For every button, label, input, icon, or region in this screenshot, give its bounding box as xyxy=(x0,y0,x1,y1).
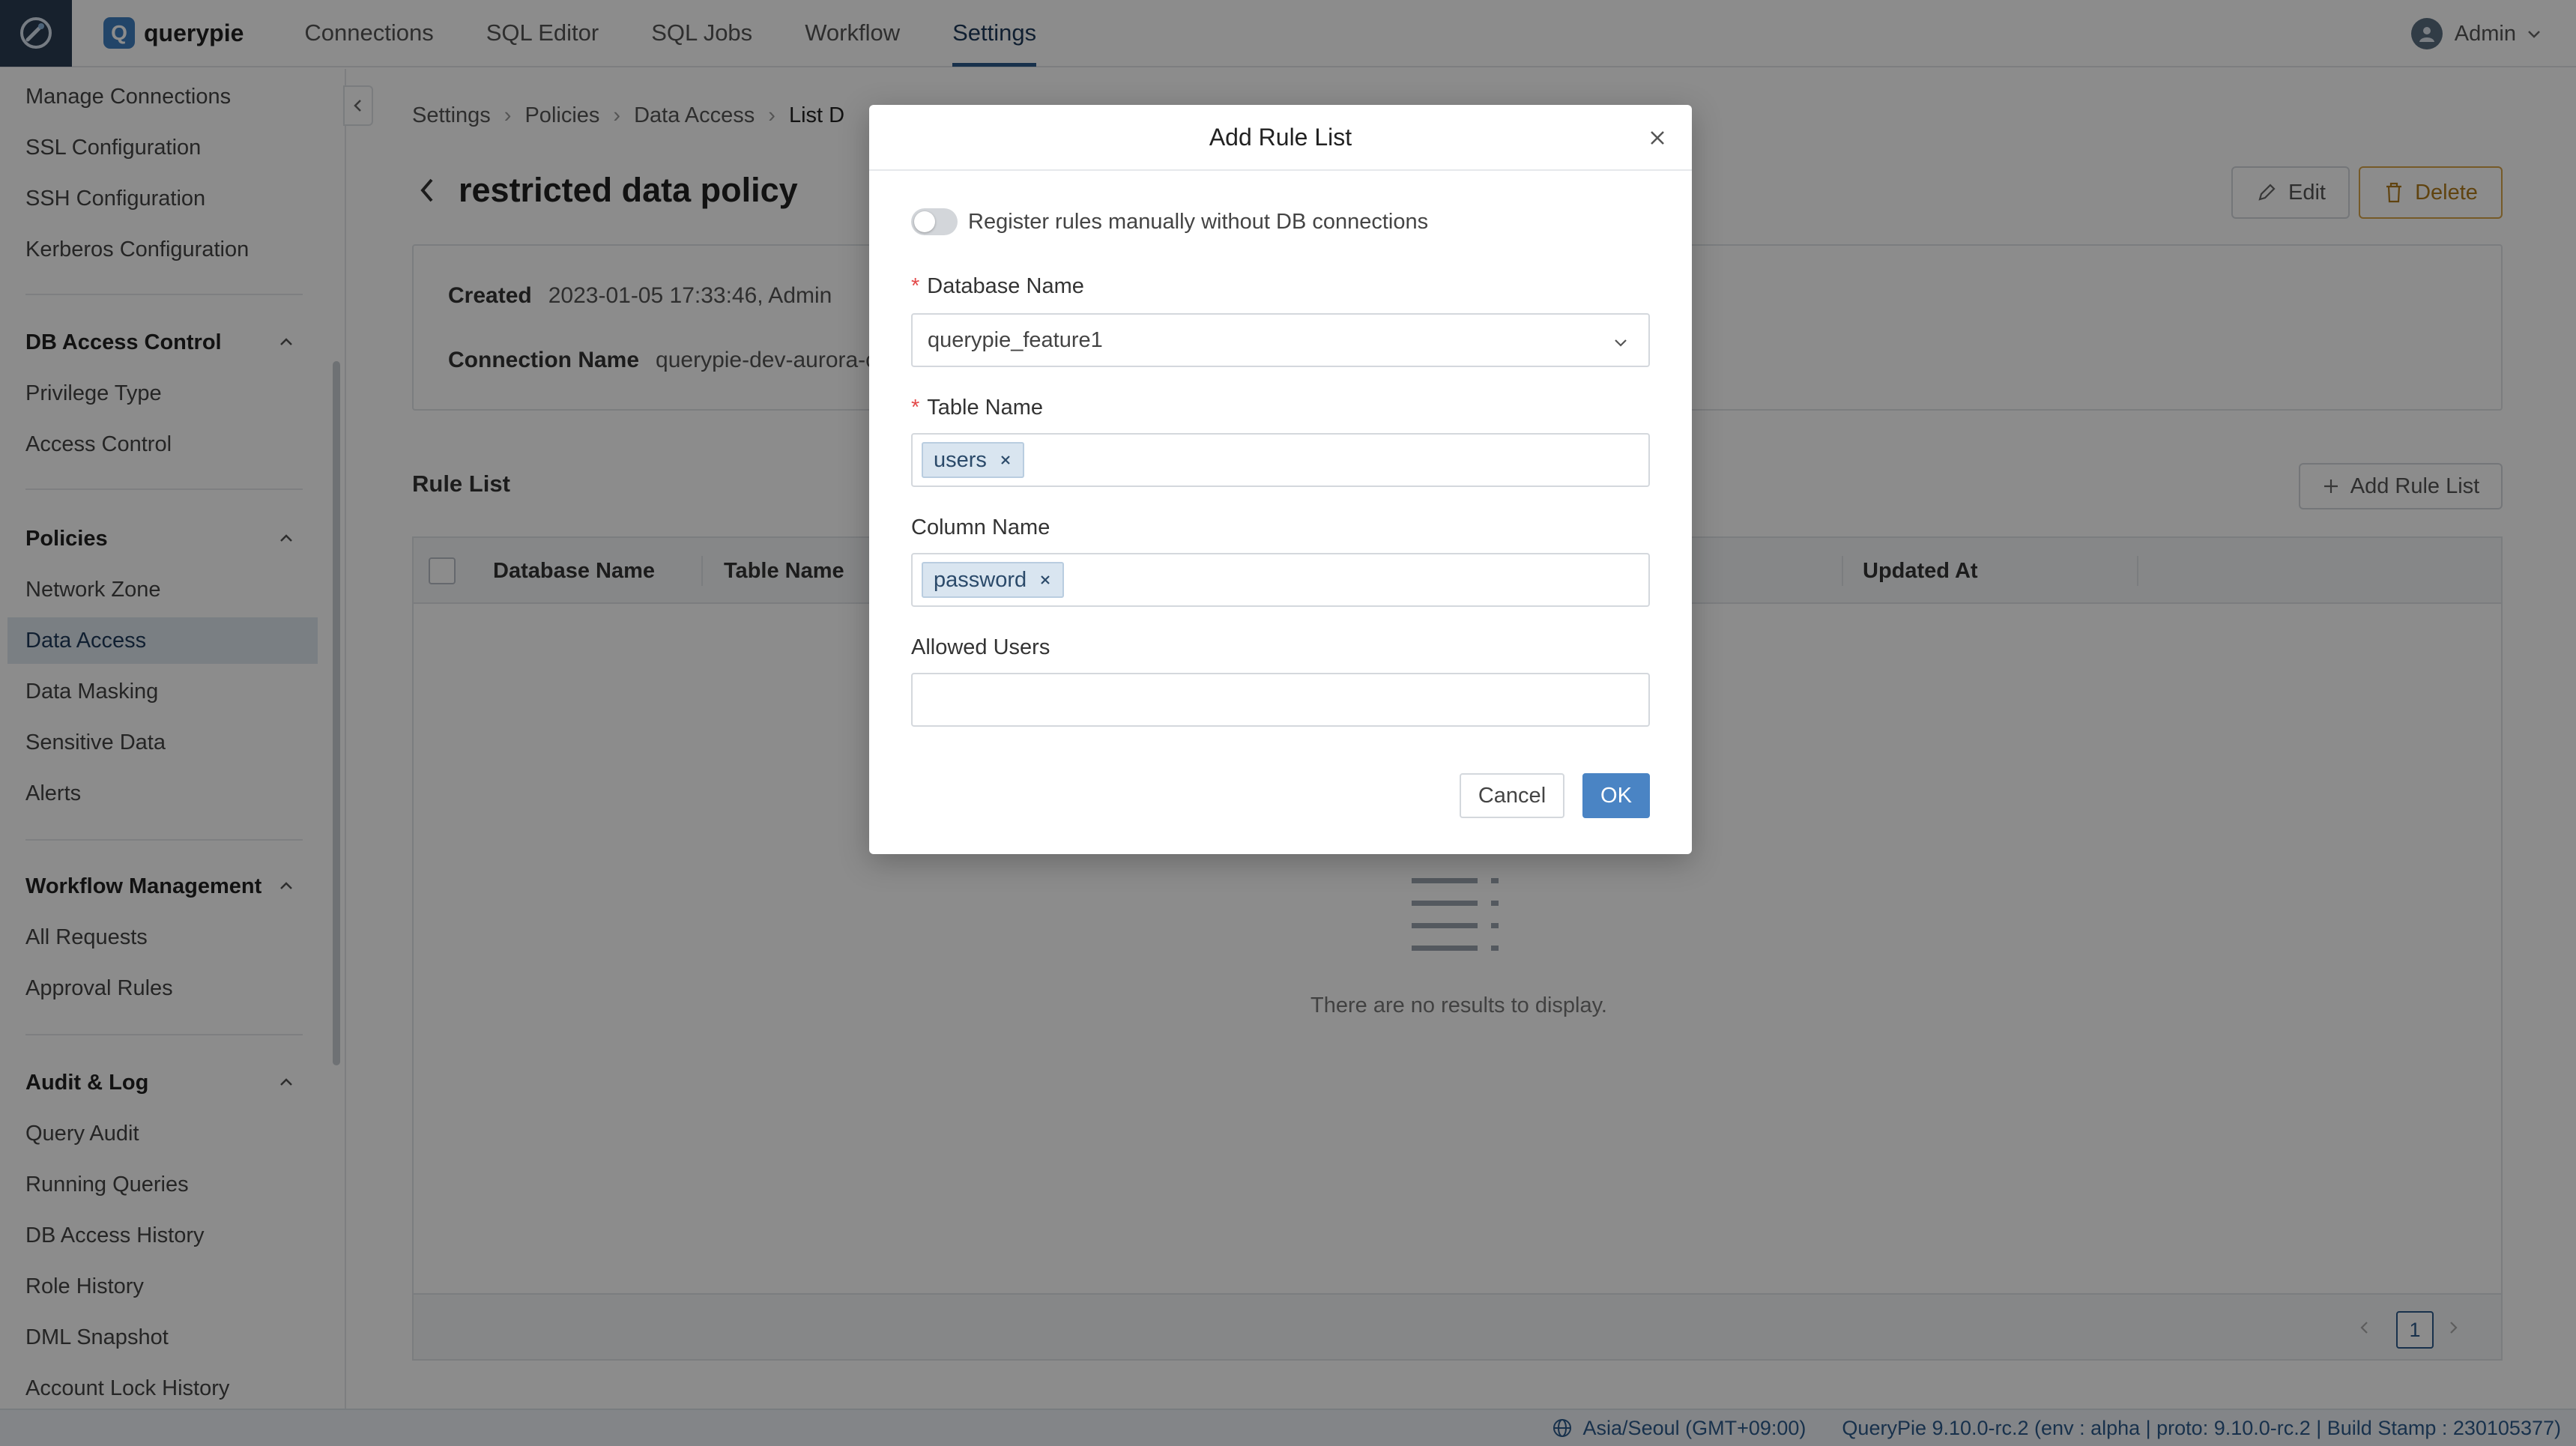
table-tag: users xyxy=(922,442,1024,478)
database-name-label: * Database Name xyxy=(911,274,1084,299)
dialog-header: Add Rule List xyxy=(869,105,1692,171)
database-name-label-text: Database Name xyxy=(927,274,1084,298)
column-name-tag-input[interactable]: password xyxy=(911,553,1650,607)
column-name-label: Column Name xyxy=(911,515,1050,539)
ok-button[interactable]: OK xyxy=(1582,773,1650,818)
column-tag-label: password xyxy=(934,567,1027,592)
remove-tag-icon[interactable] xyxy=(1038,573,1052,587)
manual-register-label: Register rules manually without DB conne… xyxy=(968,210,1429,234)
chevron-down-icon xyxy=(1615,339,1627,347)
close-icon[interactable] xyxy=(1645,126,1669,150)
dialog-title: Add Rule List xyxy=(1209,123,1352,151)
table-name-tag-input[interactable]: users xyxy=(911,433,1650,487)
column-tag: password xyxy=(922,562,1065,598)
table-tag-label: users xyxy=(934,447,987,472)
remove-tag-icon[interactable] xyxy=(999,453,1012,467)
add-rule-list-dialog: Add Rule List Register rules manually wi… xyxy=(869,105,1692,854)
required-mark: * xyxy=(911,396,920,420)
database-name-value: querypie_feature1 xyxy=(928,327,1103,352)
table-name-label: * Table Name xyxy=(911,396,1043,420)
allowed-users-input[interactable] xyxy=(911,673,1650,727)
required-mark: * xyxy=(911,274,920,298)
cancel-button[interactable]: Cancel xyxy=(1460,773,1564,818)
allowed-users-label: Allowed Users xyxy=(911,635,1050,659)
database-name-select[interactable]: querypie_feature1 xyxy=(911,313,1650,367)
table-name-label-text: Table Name xyxy=(927,396,1044,420)
toggle-knob xyxy=(914,211,935,232)
manual-register-toggle[interactable] xyxy=(911,208,958,235)
